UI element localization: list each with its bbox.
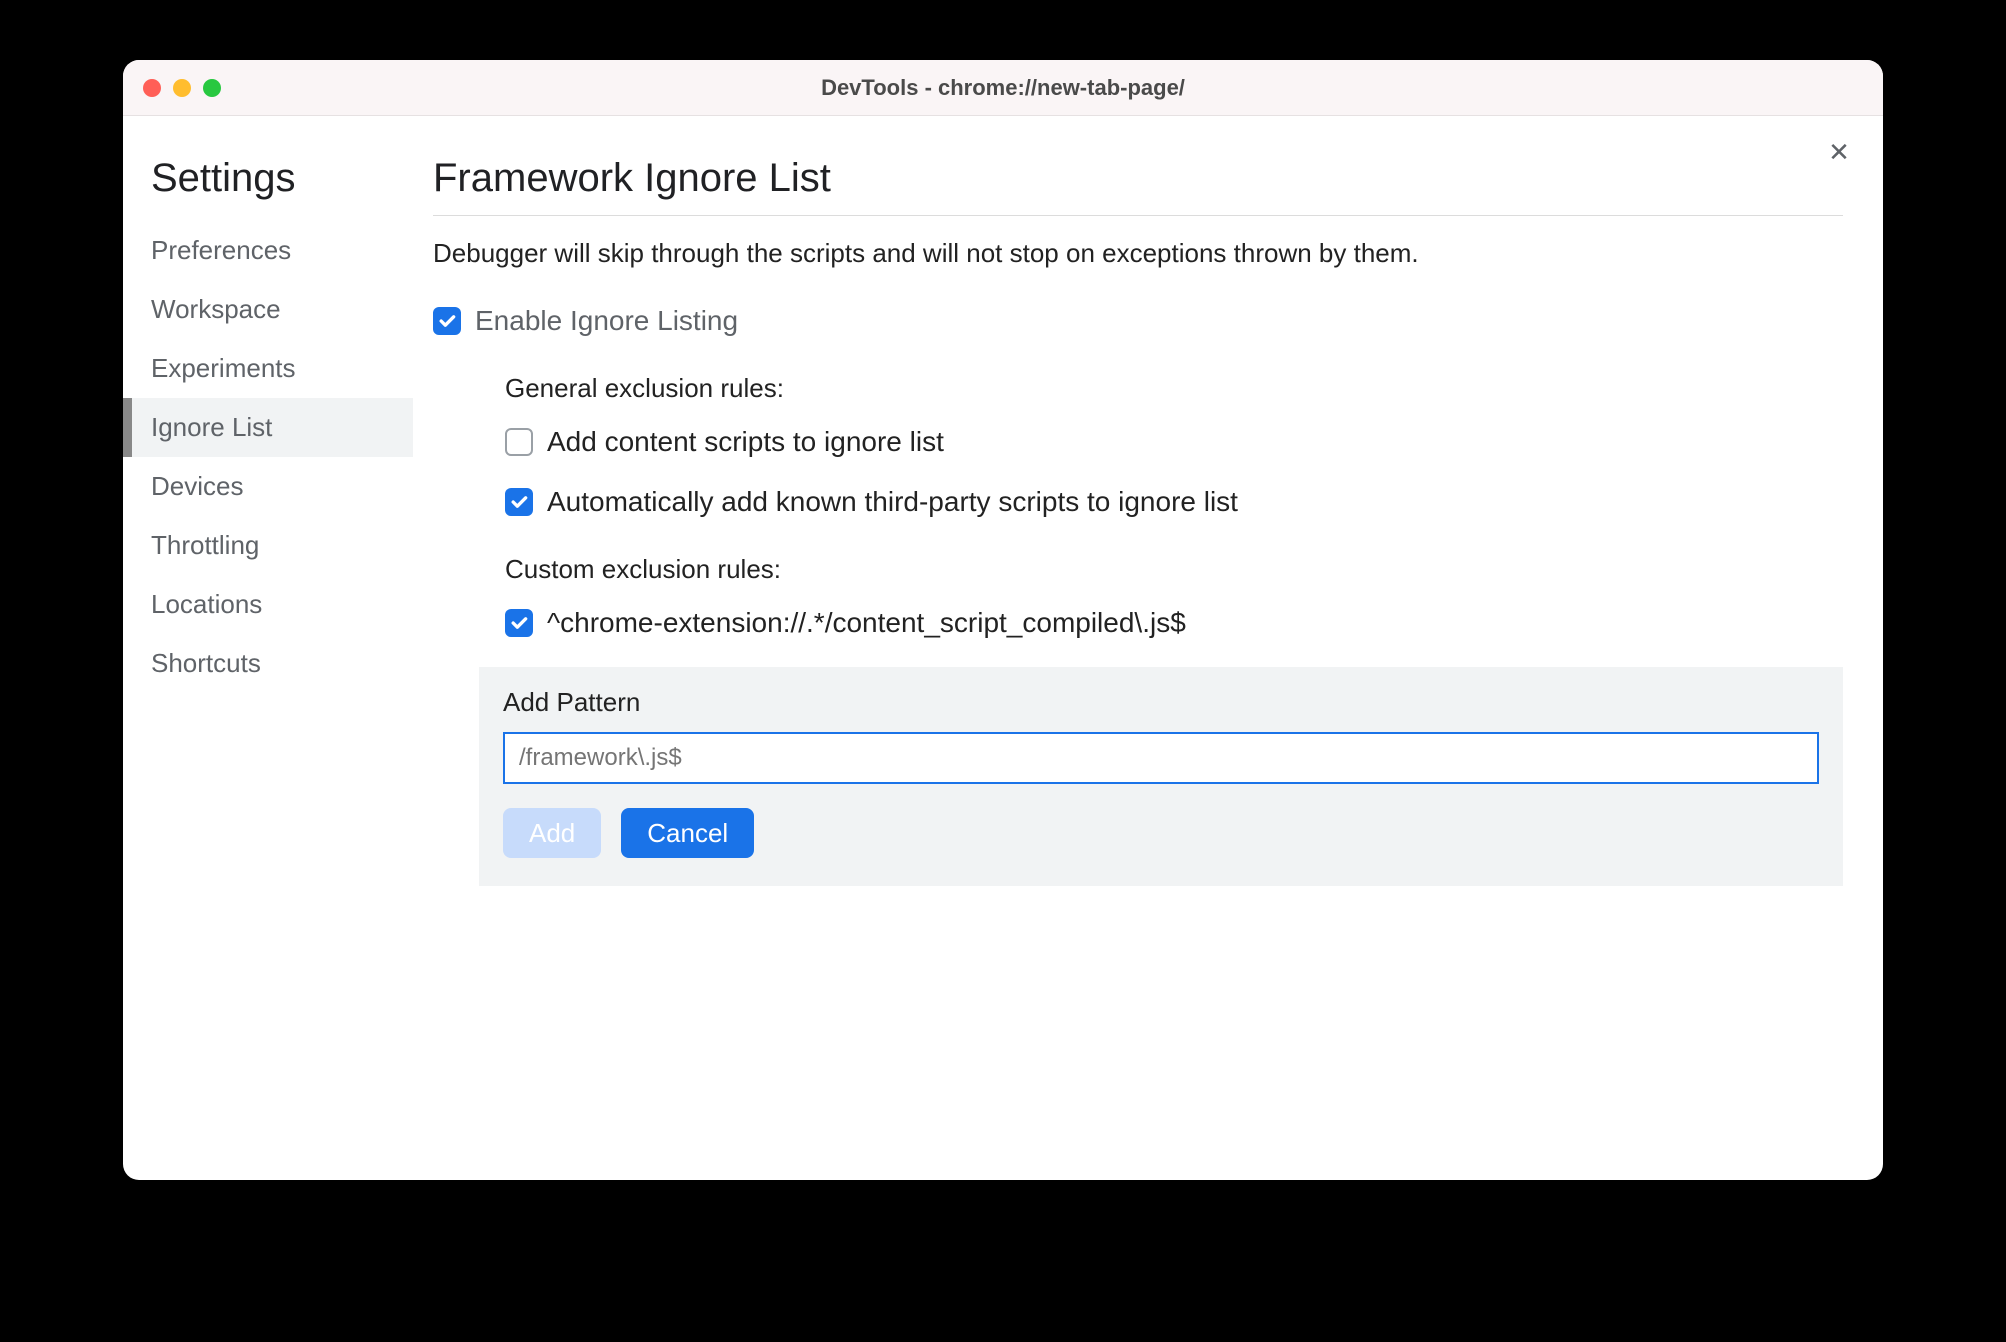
checkbox-checked-icon[interactable] bbox=[505, 488, 533, 516]
sidebar-item-locations[interactable]: Locations bbox=[123, 575, 413, 634]
content-scripts-rule-label: Add content scripts to ignore list bbox=[547, 426, 944, 458]
settings-body: ✕ Settings Preferences Workspace Experim… bbox=[123, 116, 1883, 1180]
titlebar: DevTools - chrome://new-tab-page/ bbox=[123, 60, 1883, 116]
add-button[interactable]: Add bbox=[503, 808, 601, 858]
cancel-button[interactable]: Cancel bbox=[621, 808, 754, 858]
close-window-button[interactable] bbox=[143, 79, 161, 97]
checkbox-checked-icon[interactable] bbox=[433, 307, 461, 335]
settings-main: Framework Ignore List Debugger will skip… bbox=[413, 116, 1883, 1180]
custom-rules-heading: Custom exclusion rules: bbox=[505, 554, 1843, 585]
minimize-window-button[interactable] bbox=[173, 79, 191, 97]
enable-ignore-listing-label: Enable Ignore Listing bbox=[475, 305, 738, 337]
sidebar-item-shortcuts[interactable]: Shortcuts bbox=[123, 634, 413, 693]
general-rules-heading: General exclusion rules: bbox=[505, 373, 1843, 404]
content-scripts-rule-row[interactable]: Add content scripts to ignore list bbox=[505, 426, 1843, 458]
custom-rule-row[interactable]: ^chrome-extension://.*/content_script_co… bbox=[505, 607, 1843, 639]
traffic-lights bbox=[143, 79, 221, 97]
page-title: Framework Ignore List bbox=[433, 156, 1843, 216]
add-pattern-panel: Add Pattern Add Cancel bbox=[479, 667, 1843, 886]
sidebar-heading: Settings bbox=[123, 156, 413, 221]
settings-sidebar: Settings Preferences Workspace Experimen… bbox=[123, 116, 413, 1180]
checkbox-checked-icon[interactable] bbox=[505, 609, 533, 637]
add-pattern-label: Add Pattern bbox=[503, 687, 1819, 718]
sidebar-item-workspace[interactable]: Workspace bbox=[123, 280, 413, 339]
sidebar-item-preferences[interactable]: Preferences bbox=[123, 221, 413, 280]
sidebar-item-experiments[interactable]: Experiments bbox=[123, 339, 413, 398]
sidebar-item-throttling[interactable]: Throttling bbox=[123, 516, 413, 575]
third-party-rule-row[interactable]: Automatically add known third-party scri… bbox=[505, 486, 1843, 518]
window-title: DevTools - chrome://new-tab-page/ bbox=[123, 75, 1883, 101]
add-pattern-input[interactable] bbox=[503, 732, 1819, 784]
page-description: Debugger will skip through the scripts a… bbox=[433, 238, 1843, 269]
sidebar-item-ignore-list[interactable]: Ignore List bbox=[123, 398, 413, 457]
devtools-window: DevTools - chrome://new-tab-page/ ✕ Sett… bbox=[123, 60, 1883, 1180]
close-icon[interactable]: ✕ bbox=[1825, 138, 1853, 166]
enable-ignore-listing-row[interactable]: Enable Ignore Listing bbox=[433, 305, 1843, 337]
custom-rule-label: ^chrome-extension://.*/content_script_co… bbox=[547, 607, 1186, 639]
third-party-rule-label: Automatically add known third-party scri… bbox=[547, 486, 1238, 518]
zoom-window-button[interactable] bbox=[203, 79, 221, 97]
sidebar-item-devices[interactable]: Devices bbox=[123, 457, 413, 516]
checkbox-unchecked-icon[interactable] bbox=[505, 428, 533, 456]
